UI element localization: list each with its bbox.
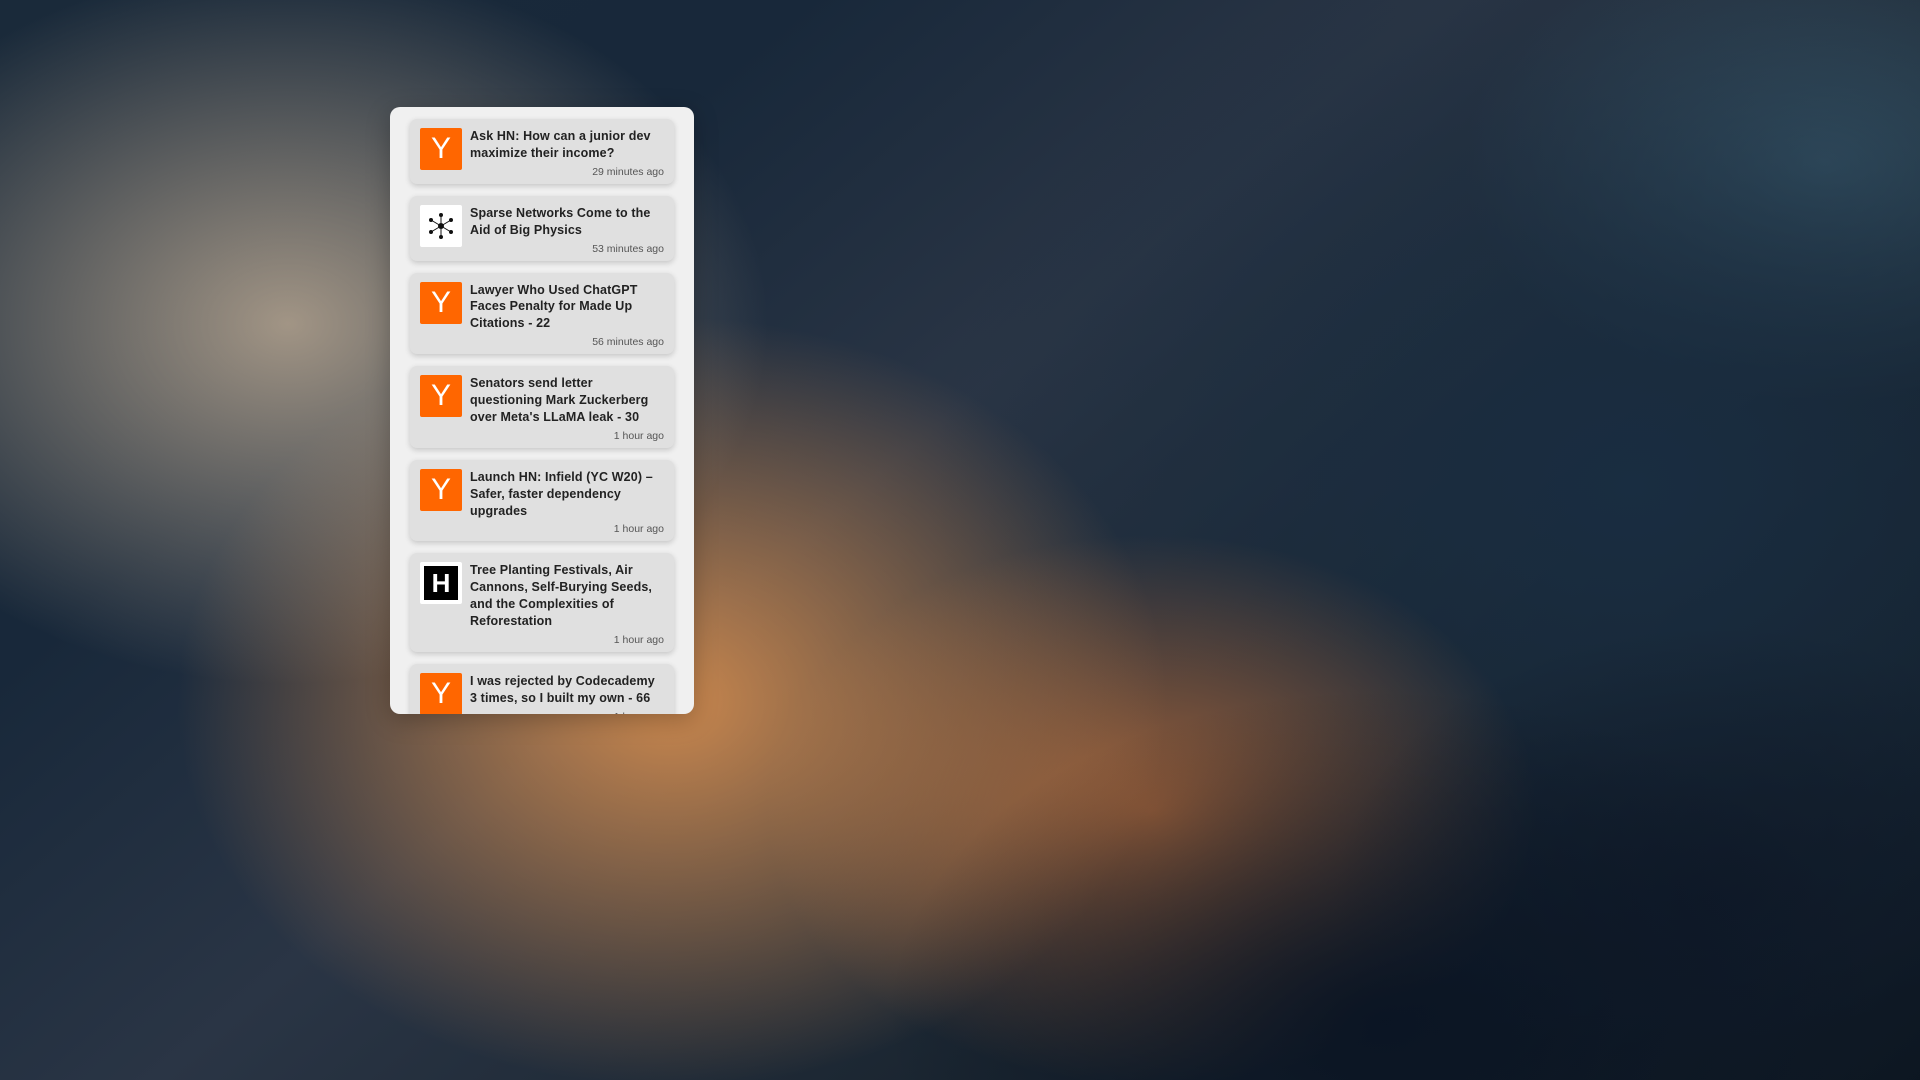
feed-item-icon-cell: Y [420,128,462,170]
feed-item-icon-cell: H [420,562,462,604]
feed-item[interactable]: YLaunch HN: Infield (YC W20) – Safer, fa… [410,460,674,542]
yc-icon: Y [420,673,462,714]
feed-item-icon-cell: Y [420,375,462,417]
yc-icon: Y [420,282,462,324]
feed-item-title: Sparse Networks Come to the Aid of Big P… [470,205,664,239]
news-feed-scroll-area[interactable]: YAsk HN: How can a junior dev maximize t… [400,107,684,714]
feed-item[interactable]: HTree Planting Festivals, Air Cannons, S… [410,553,674,652]
yc-icon: Y [420,128,462,170]
news-feed-widget: YAsk HN: How can a junior dev maximize t… [390,107,694,714]
feed-item[interactable]: YAsk HN: How can a junior dev maximize t… [410,119,674,184]
feed-item[interactable]: YSenators send letter questioning Mark Z… [410,366,674,448]
feed-item-icon-cell: Y [420,282,462,324]
feed-item-time: 56 minutes ago [470,334,664,348]
feed-item[interactable]: YI was rejected by Codecademy 3 times, s… [410,664,674,714]
feed-item-title: I was rejected by Codecademy 3 times, so… [470,673,664,707]
quanta-icon [420,205,462,247]
wallpaper-dark-clouds [576,486,1920,1080]
feed-item-title: Launch HN: Infield (YC W20) – Safer, fas… [470,469,664,520]
hackaday-icon: H [420,562,462,604]
feed-item-time: 1 hour ago [470,428,664,442]
feed-item-title: Ask HN: How can a junior dev maximize th… [470,128,664,162]
feed-item-time: 1 hour ago [470,709,664,714]
feed-item-title: Senators send letter questioning Mark Zu… [470,375,664,426]
feed-item[interactable]: Sparse Networks Come to the Aid of Big P… [410,196,674,261]
feed-item-title: Lawyer Who Used ChatGPT Faces Penalty fo… [470,282,664,333]
feed-item[interactable]: YLawyer Who Used ChatGPT Faces Penalty f… [410,273,674,355]
news-feed-list: YAsk HN: How can a junior dev maximize t… [410,119,674,714]
yc-icon: Y [420,375,462,417]
feed-item-time: 29 minutes ago [470,164,664,178]
yc-icon: Y [420,469,462,511]
feed-item-time: 1 hour ago [470,521,664,535]
feed-item-title: Tree Planting Festivals, Air Cannons, Se… [470,562,664,630]
feed-item-icon-cell: Y [420,673,462,714]
feed-item-time: 53 minutes ago [470,241,664,255]
feed-item-icon-cell: Y [420,469,462,511]
feed-item-time: 1 hour ago [470,632,664,646]
feed-item-icon-cell [420,205,462,247]
